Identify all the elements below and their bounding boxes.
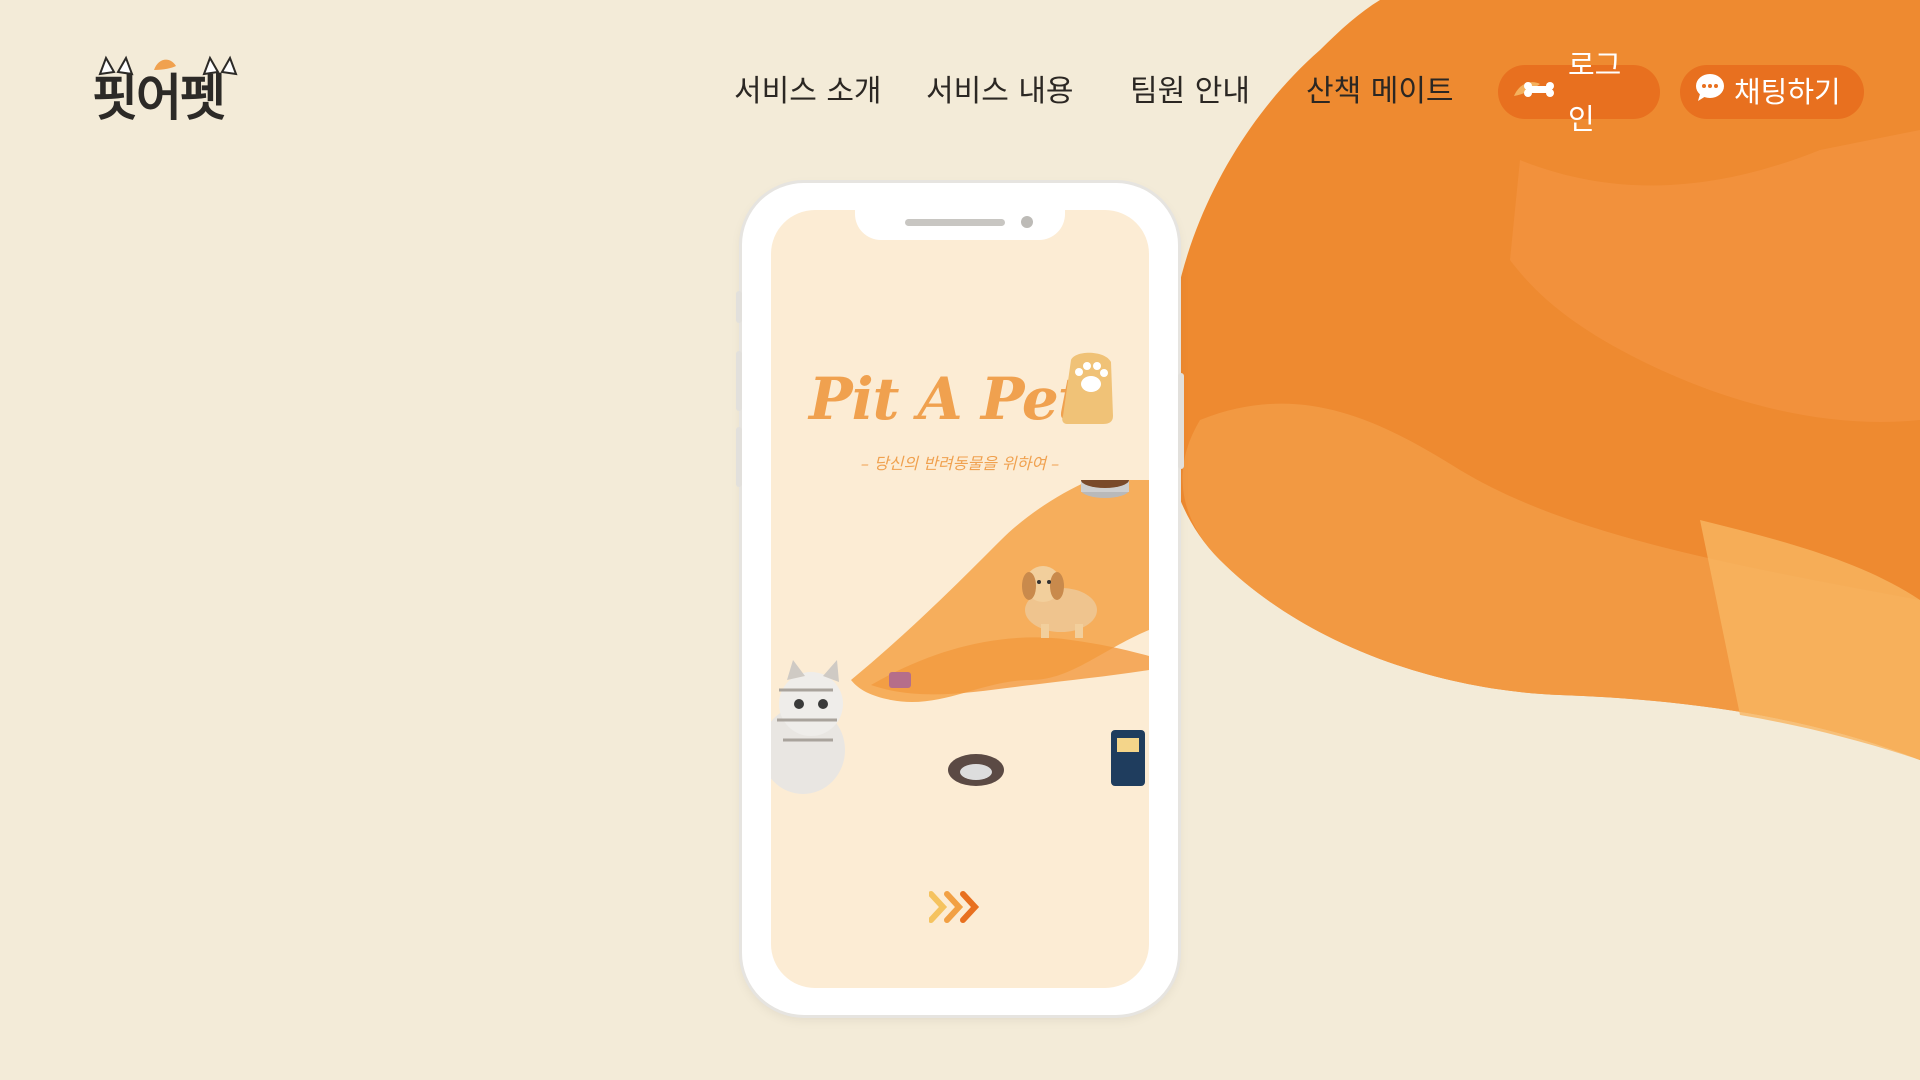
phone-camera <box>1021 216 1033 228</box>
phone-notch <box>855 210 1065 240</box>
nav-item-walk-mate[interactable]: 산책 메이트 <box>1306 68 1454 116</box>
login-label: 로그인 <box>1568 48 1622 136</box>
food-can <box>889 672 911 688</box>
food-bowl <box>1081 480 1129 498</box>
paw-print-icon <box>1062 352 1113 424</box>
chat-bubble-icon <box>1694 65 1726 119</box>
app-subtitle: – 당신의 반려동물을 위하여 – <box>860 454 1060 473</box>
phone-power-button <box>1178 373 1184 469</box>
nav-item-service-intro[interactable]: 서비스 소개 <box>734 68 882 116</box>
triple-chevron-right-icon[interactable] <box>929 890 989 924</box>
login-button[interactable]: 로그인 <box>1498 48 1660 136</box>
phone-volume-down <box>736 427 742 487</box>
chat-button[interactable]: 채팅하기 <box>1680 65 1864 119</box>
bone-icon <box>1512 65 1560 119</box>
nav-item-team[interactable]: 팀원 안내 <box>1130 68 1250 116</box>
app-title: Pit A Pet <box>809 365 1085 433</box>
phone-volume-up <box>736 351 742 411</box>
phone-speaker <box>905 219 1005 226</box>
phone-mockup: Pit A Pet – 당신의 반려동물을 위하여 – <box>736 183 1184 1015</box>
kitten <box>771 660 845 794</box>
chat-label: 채팅하기 <box>1734 75 1841 109</box>
nav-item-service-content[interactable]: 서비스 내용 <box>926 68 1074 116</box>
phone-screen: Pit A Pet – 당신의 반려동물을 위하여 – <box>771 210 1149 988</box>
logo-text: 핏어펫 <box>92 69 226 127</box>
phone-mute-switch <box>736 291 742 323</box>
brand-logo[interactable]: 핏어펫 <box>92 52 262 127</box>
